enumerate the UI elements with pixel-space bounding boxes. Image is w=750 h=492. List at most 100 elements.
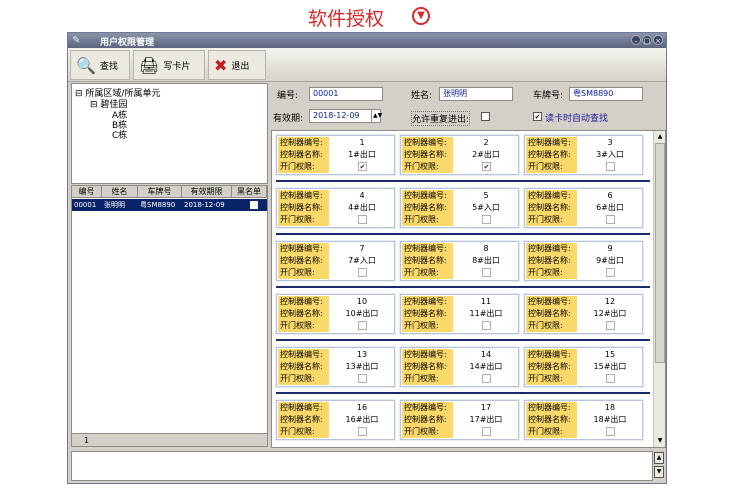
card-labels: 控制器编号: 控制器名称: 开门权限: (278, 349, 329, 385)
id-field[interactable]: 00001 (309, 87, 383, 101)
permission-label: 开门权限: (280, 268, 315, 277)
ctrl-name-value: 1#出口 (348, 150, 376, 159)
permission-checkbox[interactable] (482, 268, 491, 277)
ctrl-name-label: 控制器名称: (404, 362, 447, 371)
auto-find-checkbox[interactable]: ✔ (533, 112, 542, 121)
controller-card: 控制器编号: 控制器名称: 开门权限: 13 13#出口 (275, 346, 396, 388)
col-header-name[interactable]: 姓名 (102, 186, 138, 198)
permission-checkbox[interactable] (358, 215, 367, 224)
permission-label: 开门权限: (528, 268, 563, 277)
col-header-expiry[interactable]: 有效期限 (182, 186, 232, 198)
expiry-spinner[interactable]: ▲▼ (371, 109, 382, 123)
ctrl-name-label: 控制器名称: (280, 150, 323, 159)
card-labels: 控制器编号: 控制器名称: 开门权限: (526, 137, 577, 173)
permission-checkbox[interactable]: ✔ (482, 162, 491, 171)
controller-card: 控制器编号: 控制器名称: 开门权限: 6 6#出口 (523, 187, 644, 229)
spin-down-icon[interactable]: ▼ (654, 466, 664, 478)
scroll-thumb[interactable] (655, 143, 665, 363)
row-separator (276, 392, 650, 394)
controller-card: 控制器编号: 控制器名称: 开门权限: 1 1#出口 ✔ (275, 134, 396, 176)
ctrl-no-label: 控制器编号: (404, 297, 447, 306)
permission-checkbox[interactable] (482, 427, 491, 436)
ctrl-name-label: 控制器名称: (280, 256, 323, 265)
permission-label: 开门权限: (404, 215, 439, 224)
write-card-button[interactable]: 🖨 写卡片 (133, 50, 205, 80)
auto-find-label: 读卡时自动查找 (545, 114, 609, 124)
ctrl-name-value: 18#出口 (593, 415, 627, 424)
col-header-plate[interactable]: 车牌号 (138, 186, 182, 198)
card-labels: 控制器编号: 控制器名称: 开门权限: (278, 137, 329, 173)
ctrl-no-value: 15 (604, 350, 616, 359)
close-button[interactable]: × (653, 35, 663, 45)
card-labels: 控制器编号: 控制器名称: 开门权限: (526, 349, 577, 385)
window-title: 用户权限管理 (100, 38, 155, 48)
plate-field[interactable]: 粤SM8890 (569, 87, 643, 101)
blacklist-checkbox[interactable] (250, 201, 258, 209)
permission-label: 开门权限: (280, 162, 315, 171)
permission-checkbox[interactable] (358, 374, 367, 383)
permission-checkbox[interactable] (606, 268, 615, 277)
ctrl-name-label: 控制器名称: (528, 415, 571, 424)
ctrl-no-label: 控制器编号: (280, 350, 323, 359)
permission-checkbox[interactable] (482, 374, 491, 383)
permission-checkbox[interactable] (606, 427, 615, 436)
permission-label: 开门权限: (280, 374, 315, 383)
controller-card: 控制器编号: 控制器名称: 开门权限: 7 7#入口 (275, 240, 396, 282)
permission-checkbox[interactable] (482, 321, 491, 330)
ctrl-no-value: 2 (483, 138, 489, 147)
permission-label: 开门权限: (404, 374, 439, 383)
ctrl-name-value: 14#出口 (469, 362, 503, 371)
title-bar[interactable]: ✎ 用户权限管理 – □ × (68, 33, 666, 48)
permission-checkbox[interactable]: ✔ (358, 162, 367, 171)
col-header-blacklist[interactable]: 黑名单 (232, 186, 267, 198)
ctrl-name-label: 控制器名称: (404, 256, 447, 265)
card-labels: 控制器编号: 控制器名称: 开门权限: (402, 190, 453, 226)
card-labels: 控制器编号: 控制器名称: 开门权限: (278, 296, 329, 332)
ctrl-name-label: 控制器名称: (528, 203, 571, 212)
ctrl-name-value: 2#出口 (472, 150, 500, 159)
maximize-button[interactable]: □ (642, 35, 652, 45)
permission-checkbox[interactable] (358, 268, 367, 277)
minimize-button[interactable]: – (631, 35, 641, 45)
ctrl-no-label: 控制器编号: (280, 244, 323, 253)
col-header-id[interactable]: 编号 (72, 186, 102, 198)
controller-card: 控制器编号: 控制器名称: 开门权限: 3 3#入口 (523, 134, 644, 176)
ctrl-name-label: 控制器名称: (404, 309, 447, 318)
banner-title: 软件授权 (308, 8, 385, 30)
table-row[interactable]: 00001 张明明 粤SM8890 2018-12-09 (72, 199, 267, 211)
permission-checkbox[interactable] (606, 374, 615, 383)
ctrl-no-label: 控制器编号: (528, 350, 571, 359)
ctrl-no-value: 7 (359, 244, 365, 253)
permission-checkbox[interactable] (358, 321, 367, 330)
permission-checkbox[interactable] (482, 215, 491, 224)
scroll-down-icon[interactable]: ▼ (655, 436, 665, 446)
permission-checkbox[interactable] (606, 321, 615, 330)
permission-checkbox[interactable] (606, 215, 615, 224)
spin-up-icon[interactable]: ▲ (654, 452, 664, 464)
expiry-label: 有效期: (273, 114, 304, 124)
ctrl-no-value: 5 (483, 191, 489, 200)
ctrl-name-value: 6#出口 (596, 203, 624, 212)
permission-window: ✎ 用户权限管理 – □ × 🔍 查找 🖨 写卡片 ✖ 退出 ⊟ 所属区域/所属… (67, 32, 667, 484)
permission-checkbox[interactable] (358, 427, 367, 436)
exit-button[interactable]: ✖ 退出 (208, 50, 266, 80)
controller-card: 控制器编号: 控制器名称: 开门权限: 18 18#出口 (523, 399, 644, 441)
name-field[interactable]: 张明明 (439, 87, 513, 101)
user-grid: 编号 姓名 车牌号 有效期限 黑名单 00001 张明明 粤SM8890 201… (71, 185, 268, 447)
exit-icon: ✖ (214, 55, 228, 75)
find-button[interactable]: 🔍 查找 (70, 50, 130, 80)
tree-item-c[interactable]: C栋 (112, 128, 127, 141)
ctrl-name-value: 3#入口 (596, 150, 624, 159)
card-labels: 控制器编号: 控制器名称: 开门权限: (526, 243, 577, 279)
ctrl-name-value: 9#出口 (596, 256, 624, 265)
panel-scrollbar[interactable]: ▲ ▼ (653, 131, 665, 447)
ctrl-name-label: 控制器名称: (528, 309, 571, 318)
repeat-label: 允许重复进出: (411, 111, 471, 126)
toolbar: 🔍 查找 🖨 写卡片 ✖ 退出 (68, 48, 666, 82)
permission-checkbox[interactable] (606, 162, 615, 171)
repeat-checkbox[interactable] (481, 112, 490, 121)
controller-card: 控制器编号: 控制器名称: 开门权限: 15 15#出口 (523, 346, 644, 388)
scroll-up-icon[interactable]: ▲ (655, 132, 665, 142)
card-labels: 控制器编号: 控制器名称: 开门权限: (402, 137, 453, 173)
ctrl-name-value: 13#出口 (345, 362, 379, 371)
